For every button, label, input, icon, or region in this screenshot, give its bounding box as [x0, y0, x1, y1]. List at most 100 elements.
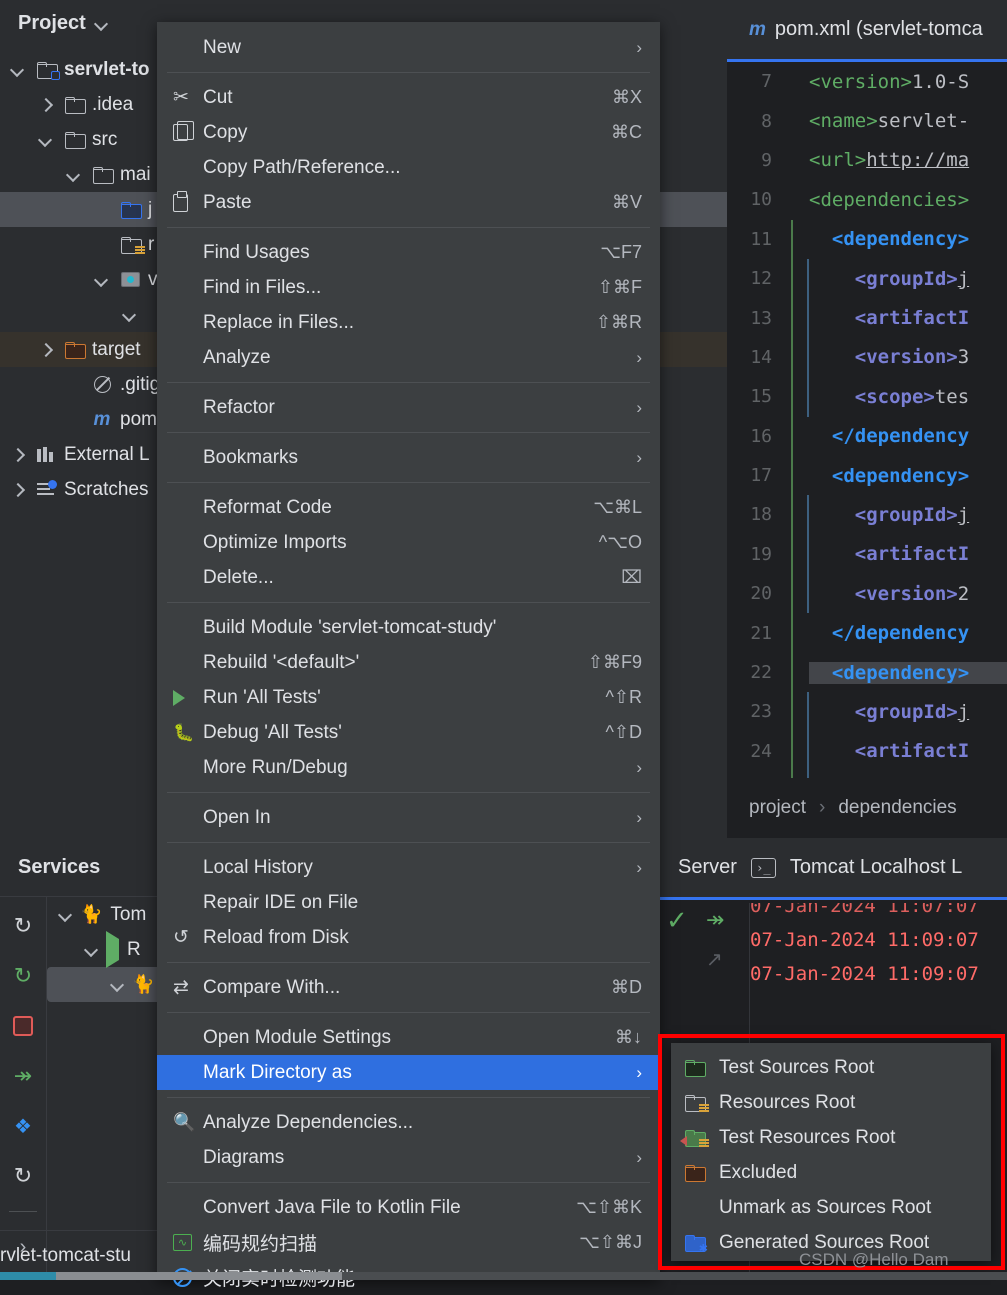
- submenu-item[interactable]: Excluded: [671, 1155, 991, 1190]
- chevron-down-icon[interactable]: [90, 273, 112, 286]
- chevron-down-icon[interactable]: [118, 308, 140, 321]
- menu-item[interactable]: Bookmarks›: [157, 440, 660, 475]
- chevron-down-icon[interactable]: [59, 908, 72, 921]
- breadcrumb-item-dependencies[interactable]: dependencies: [838, 797, 956, 819]
- jump-icon[interactable]: ↗: [706, 947, 723, 972]
- menu-item[interactable]: Diagrams›: [157, 1140, 660, 1175]
- code-line: 9<url>http://ma: [727, 141, 1007, 180]
- layout-icon[interactable]: ❖: [8, 1111, 38, 1141]
- menu-item-label: Rebuild '<default>': [203, 652, 568, 674]
- menu-separator: [167, 72, 650, 73]
- menu-item[interactable]: Repair IDE on File: [157, 885, 660, 920]
- menu-item[interactable]: Rebuild '<default>'⇧⌘F9: [157, 645, 660, 680]
- chevron-down-icon[interactable]: [95, 17, 108, 30]
- menu-item[interactable]: ↺Reload from Disk: [157, 920, 660, 955]
- line-number: 13: [727, 308, 785, 329]
- breadcrumb-item-project[interactable]: project: [749, 797, 806, 819]
- menu-item[interactable]: Copy⌘C: [157, 115, 660, 150]
- menu-item[interactable]: Run 'All Tests'^⇧R: [157, 680, 660, 715]
- code-area[interactable]: 7<version>1.0-S8<name>servlet-9<url>http…: [727, 62, 1007, 778]
- menu-item[interactable]: Build Module 'servlet-tomcat-study': [157, 610, 660, 645]
- menu-item[interactable]: Open In›: [157, 800, 660, 835]
- chevron-right-icon[interactable]: [6, 483, 28, 496]
- code-line: 14 <version>3: [727, 338, 1007, 377]
- menu-item[interactable]: Paste⌘V: [157, 185, 660, 220]
- menu-item[interactable]: Analyze›: [157, 340, 660, 375]
- rerun-debug-icon[interactable]: ↻: [8, 961, 38, 991]
- menu-item[interactable]: Open Module Settings⌘↓: [157, 1020, 660, 1055]
- menu-separator: [167, 1182, 650, 1183]
- code-line: 17 <dependency>: [727, 456, 1007, 495]
- refresh-icon[interactable]: ↻: [8, 1161, 38, 1191]
- menu-item[interactable]: New›: [157, 30, 660, 65]
- submenu-item-label: Resources Root: [719, 1092, 855, 1114]
- line-number: 18: [727, 504, 785, 525]
- deploy-icon[interactable]: ↠: [8, 1061, 38, 1091]
- menu-item-label: Repair IDE on File: [203, 892, 642, 914]
- code-indent-guides: [785, 732, 809, 771]
- tree-item-label: Scratches: [64, 479, 148, 501]
- menu-item[interactable]: Copy Path/Reference...: [157, 150, 660, 185]
- tree-item-label: target: [92, 339, 141, 361]
- menu-item[interactable]: Local History›: [157, 850, 660, 885]
- folder-icon: [65, 132, 84, 147]
- submenu-item[interactable]: Test Resources Root: [671, 1120, 991, 1155]
- bottom-strip: [0, 1272, 1007, 1280]
- menu-item[interactable]: Convert Java File to Kotlin File⌥⇧⌘K: [157, 1190, 660, 1225]
- context-menu: New› ✂Cut⌘XCopy⌘CCopy Path/Reference...Pa…: [157, 22, 660, 1280]
- chevron-down-icon[interactable]: [6, 63, 28, 76]
- code-text: <version>3: [809, 346, 1007, 368]
- deploy-icon[interactable]: ↠: [706, 907, 724, 933]
- menu-item[interactable]: More Run/Debug›: [157, 750, 660, 785]
- chevron-down-icon[interactable]: [111, 978, 124, 991]
- menu-item[interactable]: Optimize Imports^⌥O: [157, 525, 660, 560]
- menu-item[interactable]: Mark Directory as›: [157, 1055, 660, 1090]
- menu-item[interactable]: ✂Cut⌘X: [157, 80, 660, 115]
- chevron-down-icon[interactable]: [62, 168, 84, 181]
- menu-item-label: Reload from Disk: [203, 927, 642, 949]
- chevron-right-icon[interactable]: [34, 98, 56, 111]
- server-runner-label[interactable]: Tomcat Localhost L: [790, 856, 962, 879]
- code-text: <groupId>j: [809, 268, 1007, 290]
- code-indent-guides: [785, 692, 809, 731]
- menu-item[interactable]: 🔍Analyze Dependencies...: [157, 1105, 660, 1140]
- chevron-down-icon[interactable]: [34, 133, 56, 146]
- tree-item-label: .idea: [92, 94, 133, 116]
- menu-item[interactable]: 🐛Debug 'All Tests'^⇧D: [157, 715, 660, 750]
- stop-icon[interactable]: [8, 1011, 38, 1041]
- menu-item[interactable]: Find in Files...⇧⌘F: [157, 270, 660, 305]
- code-line: 7<version>1.0-S: [727, 62, 1007, 101]
- chevron-right-icon[interactable]: [34, 343, 56, 356]
- menu-item[interactable]: Find Usages⌥F7: [157, 235, 660, 270]
- menu-item[interactable]: Reformat Code⌥⌘L: [157, 490, 660, 525]
- menu-item-shortcut: ^⌥O: [599, 532, 642, 553]
- chevron-down-icon[interactable]: [85, 943, 98, 956]
- menu-item[interactable]: ⇄Compare With...⌘D: [157, 970, 660, 1005]
- chevron-right-icon: ›: [636, 398, 642, 418]
- analyze-dependencies-icon: 🔍: [173, 1112, 203, 1133]
- chevron-right-icon[interactable]: [6, 448, 28, 461]
- code-text: <name>servlet-: [809, 110, 1007, 132]
- test-sources-folder-icon: [685, 1060, 704, 1075]
- menu-item[interactable]: Delete...⌧: [157, 560, 660, 595]
- menu-separator: [167, 602, 650, 603]
- library-icon: [35, 447, 57, 462]
- menu-separator: [167, 1097, 650, 1098]
- menu-separator: [167, 382, 650, 383]
- editor-tab-pom-xml[interactable]: m pom.xml (servlet-tomca: [727, 0, 1007, 62]
- menu-item[interactable]: ∿编码规约扫描⌥⇧⌘J: [157, 1225, 660, 1260]
- maven-icon: m: [91, 409, 113, 431]
- submenu-item[interactable]: Resources Root: [671, 1085, 991, 1120]
- code-indent-guides: [785, 141, 809, 180]
- menu-item-label: Find Usages: [203, 242, 580, 264]
- server-panel-header: Server ›_ Tomcat Localhost L: [660, 838, 1007, 900]
- code-line: 10<dependencies>: [727, 180, 1007, 219]
- submenu-item[interactable]: Test Sources Root: [671, 1050, 991, 1085]
- rerun-icon[interactable]: ↻: [8, 911, 38, 941]
- tab-server[interactable]: Server: [678, 856, 737, 879]
- menu-item[interactable]: Replace in Files...⇧⌘R: [157, 305, 660, 340]
- menu-item[interactable]: Refactor›: [157, 390, 660, 425]
- code-text: <artifactI: [809, 740, 1007, 762]
- tree-item-label: src: [92, 129, 117, 151]
- submenu-item[interactable]: Unmark as Sources Root: [671, 1190, 991, 1225]
